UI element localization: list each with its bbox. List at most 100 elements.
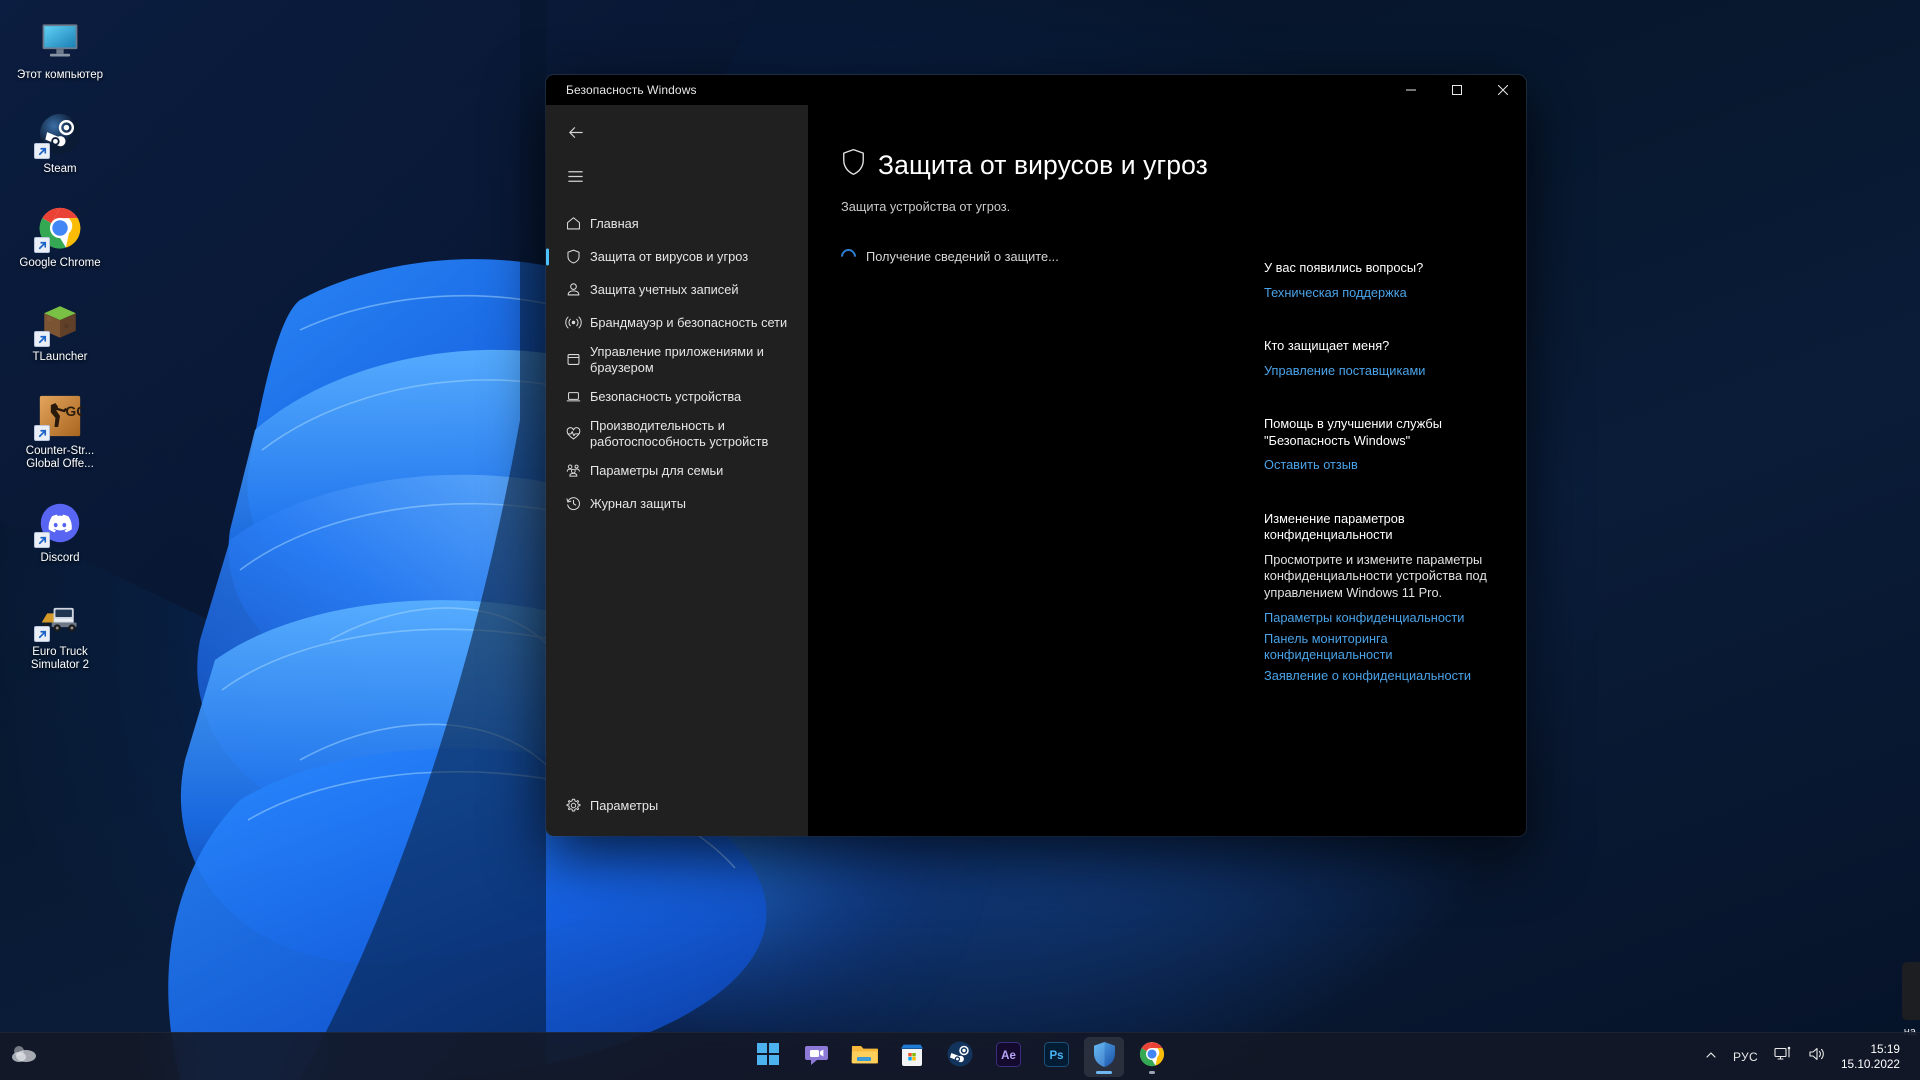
rail-title: Изменение параметров конфиденциальности [1264, 510, 1405, 543]
rail-block-who-protects: Кто защищает меня? Управление поставщика… [1264, 338, 1506, 379]
sidebar-item-device-performance[interactable]: Производительность и работоспособность у… [546, 413, 804, 454]
content-area: Защита от вирусов и угроз Защита устройс… [808, 105, 1526, 836]
laptop-icon [556, 388, 590, 405]
link-leave-feedback[interactable]: Оставить отзыв [1264, 457, 1506, 474]
rail-block-questions: У вас появились вопросы? Техническая под… [1264, 260, 1506, 301]
sidebar-item-settings[interactable]: Параметры [546, 789, 804, 822]
notification-peek-panel[interactable] [1902, 962, 1920, 1020]
taskbar-windows-security-button[interactable] [1084, 1036, 1124, 1077]
link-privacy-settings[interactable]: Параметры конфиденциальности [1264, 610, 1506, 627]
taskbar-photoshop-button[interactable]: Ps [1036, 1037, 1076, 1077]
sidebar-item-virus-threat[interactable]: Защита от вирусов и угроз [546, 240, 804, 273]
taskbar-widgets-button[interactable] [10, 1041, 40, 1072]
sidebar-item-label: Безопасность устройства [590, 388, 742, 404]
chrome-icon [34, 204, 84, 253]
sidebar-item-family-options[interactable]: Параметры для семьи [546, 454, 804, 487]
steam-icon [34, 110, 84, 159]
rail-title: У вас появились вопросы? [1264, 260, 1424, 275]
sidebar-bottom: Параметры [546, 789, 808, 836]
family-icon [556, 462, 590, 479]
window-body: Главная Защита от вирусов и угроз Защита… [546, 105, 1526, 836]
sidebar-item-label: Производительность и работоспособность у… [590, 418, 769, 449]
page-header: Защита от вирусов и угроз [841, 148, 1264, 182]
csgo-icon: GO [34, 392, 84, 441]
network-icon [1774, 1046, 1792, 1067]
sidebar-item-app-browser-control[interactable]: Управление приложениями и браузером [546, 339, 804, 380]
hamburger-menu-icon[interactable] [554, 159, 596, 193]
link-technical-support[interactable]: Техническая поддержка [1264, 285, 1506, 302]
desktop-icon-discord[interactable]: Discord [14, 491, 106, 571]
desktop-icon-chrome[interactable]: Google Chrome [14, 196, 106, 276]
taskbar-active-indicator [1096, 1070, 1112, 1074]
tray-expand-button[interactable] [1698, 1037, 1724, 1077]
desktop-icon-label: Euro Truck Simulator 2 [30, 646, 90, 671]
sidebar-item-protection-history[interactable]: Журнал защиты [546, 487, 804, 520]
desktop-icon-csgo[interactable]: GO Counter-Str... Global Offe... [14, 384, 106, 477]
shield-icon [556, 248, 590, 265]
page-title: Защита от вирусов и угроз [878, 149, 1208, 180]
window-titlebar[interactable]: Безопасность Windows [546, 75, 1526, 105]
taskbar-microsoft-store-button[interactable] [892, 1037, 932, 1077]
rail-block-improve-service: Помощь в улучшении службы "Безопасность … [1264, 416, 1506, 474]
loading-status: Получение сведений о защите... [837, 245, 1264, 268]
start-button[interactable] [748, 1037, 788, 1077]
sidebar-item-label: Параметры [590, 797, 659, 813]
clock-date: 15.10.2022 [1840, 1056, 1900, 1071]
shortcut-overlay-icon [34, 331, 50, 347]
chevron-up-icon [1705, 1048, 1717, 1066]
sidebar-item-firewall-network[interactable]: Брандмауэр и безопасность сети [546, 306, 804, 339]
rail-title: Помощь в улучшении службы "Безопасность … [1264, 416, 1442, 448]
link-privacy-statement[interactable]: Заявление о конфиденциальности [1264, 668, 1506, 685]
sidebar-item-device-security[interactable]: Безопасность устройства [546, 380, 804, 413]
desktop-icon-tlauncher[interactable]: TLauncher [14, 290, 106, 370]
shortcut-overlay-icon [34, 532, 50, 548]
minimize-button[interactable] [1388, 75, 1434, 105]
network-button[interactable] [1767, 1037, 1799, 1077]
photoshop-icon: Ps [1043, 1041, 1069, 1072]
taskbar-steam-button[interactable] [940, 1037, 980, 1077]
taskbar-file-explorer-button[interactable] [844, 1037, 884, 1077]
volume-button[interactable] [1801, 1037, 1833, 1077]
shortcut-overlay-icon [34, 425, 50, 441]
desktop-icon-label: Steam [43, 163, 77, 175]
svg-text:Ae: Ae [1001, 1050, 1016, 1062]
sidebar-item-account-protection[interactable]: Защита учетных записей [546, 273, 804, 306]
history-icon [556, 495, 590, 512]
sidebar-nav-list: Главная Защита от вирусов и угроз Защита… [546, 207, 808, 789]
sidebar-item-home[interactable]: Главная [546, 207, 804, 240]
windows-security-window: Безопасность Windows Главная Защита от в… [546, 75, 1526, 836]
rail-title: Кто защищает меня? [1264, 338, 1390, 353]
steam-icon [947, 1041, 973, 1072]
link-privacy-dashboard[interactable]: Панель мониторинга конфиденциальности [1264, 631, 1506, 664]
back-arrow-icon[interactable] [554, 115, 596, 149]
minecraft-block-icon [34, 298, 84, 347]
windows-logo-icon [757, 1043, 779, 1070]
this-pc-icon [36, 16, 84, 64]
shortcut-overlay-icon [34, 237, 50, 253]
language-indicator[interactable]: РУС [1726, 1037, 1765, 1077]
sidebar-item-label: Брандмауэр и безопасность сети [590, 314, 788, 330]
volume-icon [1808, 1046, 1826, 1067]
chrome-icon [1139, 1041, 1165, 1072]
desktop-icon-steam[interactable]: Steam [14, 102, 106, 182]
shortcut-overlay-icon [34, 626, 50, 642]
maximize-button[interactable] [1434, 75, 1480, 105]
after-effects-icon: Ae [995, 1041, 1021, 1072]
app-window-icon [556, 351, 590, 368]
main-column: Защита от вирусов и угроз Защита устройс… [808, 105, 1264, 836]
desktop-icon-label: TLauncher [32, 351, 88, 363]
clock[interactable]: 15:19 15.10.2022 [1835, 1037, 1912, 1077]
desktop-icon-ets2[interactable]: Euro Truck Simulator 2 [14, 585, 106, 678]
taskbar: Ae Ps РУС 15:19 15.10.2022 [0, 1032, 1920, 1080]
loading-text: Получение сведений о защите... [866, 249, 1059, 264]
shield-blue-icon [1092, 1041, 1117, 1073]
close-button[interactable] [1480, 75, 1526, 105]
shortcut-overlay-icon [34, 143, 50, 159]
taskbar-chat-button[interactable] [796, 1037, 836, 1077]
link-manage-providers[interactable]: Управление поставщиками [1264, 363, 1506, 380]
taskbar-chrome-button[interactable] [1132, 1037, 1172, 1077]
taskbar-after-effects-button[interactable]: Ae [988, 1037, 1028, 1077]
desktop-icon-this-pc[interactable]: Этот компьютер [14, 8, 106, 88]
gear-icon [556, 797, 590, 814]
file-explorer-icon [851, 1042, 878, 1071]
